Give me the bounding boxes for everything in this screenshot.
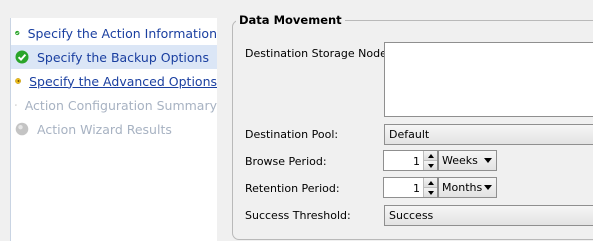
dropdown-arrow-icon [484, 158, 492, 163]
step-label: Specify the Action Information [27, 25, 217, 41]
browse-period-stepper[interactable]: 1 [383, 150, 438, 171]
step-backup-options[interactable]: Specify the Backup Options [11, 45, 217, 69]
step-configuration-summary: Action Configuration Summary [11, 93, 217, 117]
step-action-information[interactable]: Specify the Action Information [11, 21, 217, 45]
step-label: Specify the Advanced Options [29, 73, 217, 89]
stepper-up-button[interactable] [424, 178, 437, 188]
stepper-down-button[interactable] [424, 161, 437, 170]
step-label: Action Wizard Results [37, 121, 172, 137]
success-threshold-value: Success [389, 209, 434, 222]
retention-period-stepper[interactable]: 1 [383, 177, 438, 198]
retention-period-value: 1 [413, 182, 420, 195]
success-threshold-label: Success Threshold: [245, 209, 351, 222]
pending-circle-icon [15, 122, 29, 136]
destination-pool-select[interactable]: Default [384, 124, 593, 145]
stepper-buttons [423, 151, 437, 170]
arrow-right-icon [15, 78, 21, 84]
dropdown-arrow-icon [484, 185, 492, 190]
step-wizard-results: Action Wizard Results [11, 117, 217, 141]
check-icon [15, 50, 29, 64]
destination-pool-label: Destination Pool: [245, 128, 339, 141]
step-label: Action Configuration Summary [24, 97, 217, 113]
chevron-down-icon [427, 190, 434, 195]
browse-period-unit: Weeks [442, 154, 478, 167]
destination-storage-node-label: Destination Storage Node: [245, 47, 391, 60]
stepper-buttons [423, 178, 437, 197]
browse-period-unit-select[interactable]: Weeks [438, 150, 497, 171]
success-threshold-select[interactable]: Success [384, 205, 593, 226]
stepper-down-button[interactable] [424, 188, 437, 197]
browse-period-label: Browse Period: [245, 155, 327, 168]
retention-period-unit: Months [442, 181, 483, 194]
step-label: Specify the Backup Options [37, 49, 209, 65]
retention-period-unit-select[interactable]: Months [438, 177, 497, 198]
stepper-up-button[interactable] [424, 151, 437, 161]
browse-period-value: 1 [413, 155, 420, 168]
chevron-down-icon [427, 163, 434, 168]
pending-circle-icon [15, 104, 17, 106]
step-advanced-options[interactable]: Specify the Advanced Options [11, 69, 217, 93]
destination-storage-node-field[interactable] [384, 42, 593, 117]
retention-period-label: Retention Period: [245, 182, 340, 195]
check-icon [15, 30, 20, 36]
chevron-up-icon [427, 153, 434, 158]
group-title: Data Movement [236, 13, 345, 27]
chevron-up-icon [427, 180, 434, 185]
destination-pool-value: Default [389, 128, 430, 141]
